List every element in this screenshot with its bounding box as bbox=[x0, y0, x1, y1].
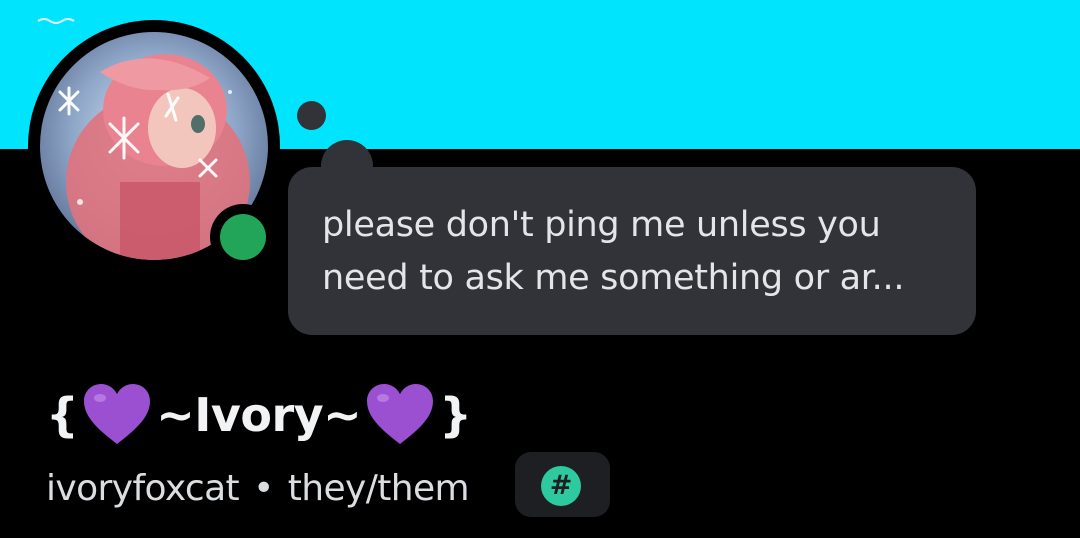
purple-heart-emoji-icon bbox=[365, 382, 435, 448]
display-name-open-brace: { bbox=[46, 388, 79, 442]
display-name: { ~Ivory~ } bbox=[46, 378, 472, 452]
purple-heart-emoji-icon bbox=[82, 382, 152, 448]
pronouns: they/them bbox=[287, 468, 470, 509]
username[interactable]: ivoryfoxcat bbox=[46, 464, 240, 514]
display-name-text: ~Ivory~ bbox=[156, 388, 362, 442]
display-name-close-brace: } bbox=[439, 388, 472, 442]
separator-dot: • bbox=[253, 468, 274, 509]
banner-decoration-icon bbox=[37, 18, 75, 24]
hashtag-badge-icon: # bbox=[541, 466, 581, 506]
custom-status-bubble[interactable]: please don't ping me unless you need to … bbox=[288, 167, 976, 335]
custom-status-line-1: please don't ping me unless you bbox=[322, 205, 881, 245]
status-bubble-tail-small bbox=[297, 101, 326, 130]
username-pronouns-line: ivoryfoxcat • they/them bbox=[46, 464, 470, 514]
online-status-icon bbox=[220, 214, 266, 260]
custom-status-line-2: need to ask me something or ar... bbox=[322, 258, 905, 298]
profile-badge-button[interactable]: # bbox=[515, 452, 610, 517]
user-profile-card: please don't ping me unless you need to … bbox=[0, 0, 1080, 538]
